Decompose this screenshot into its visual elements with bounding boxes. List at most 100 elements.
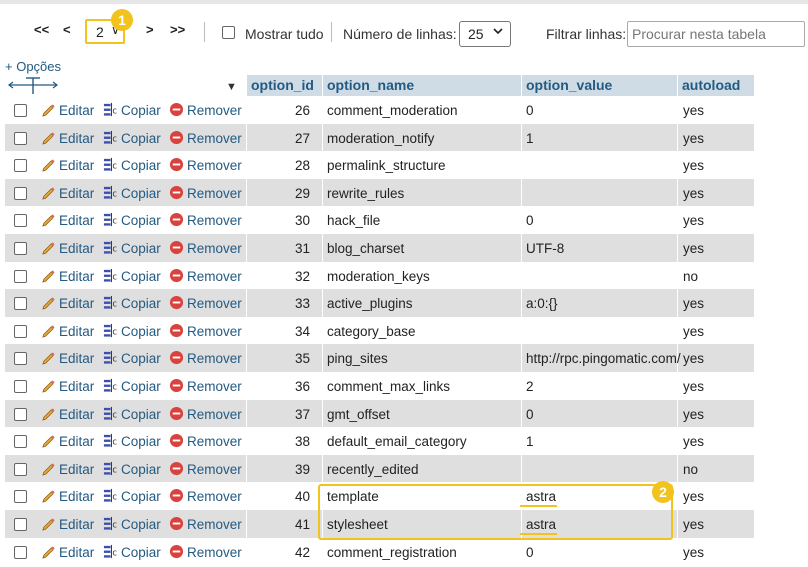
column-resize-arrows-icon[interactable] [8, 75, 58, 95]
row-checkbox[interactable] [14, 159, 27, 173]
remove-link[interactable]: Remover [169, 461, 242, 477]
remove-link[interactable]: Remover [169, 185, 242, 201]
remove-link[interactable]: Remover [169, 350, 242, 366]
copy-link[interactable]: c Copiar [103, 102, 161, 118]
row-checkbox[interactable] [14, 324, 27, 338]
remove-link[interactable]: Remover [169, 102, 242, 118]
remove-link[interactable]: Remover [169, 516, 242, 532]
remove-link[interactable]: Remover [169, 268, 242, 284]
row-checkbox[interactable] [14, 462, 27, 476]
edit-link[interactable]: Editar [41, 488, 94, 504]
edit-link[interactable]: Editar [41, 433, 94, 449]
edit-label: Editar [59, 434, 95, 450]
column-header-option-value[interactable]: option_value [522, 75, 677, 96]
remove-link[interactable]: Remover [169, 433, 242, 449]
copy-link[interactable]: c Copiar [103, 544, 161, 560]
copy-link[interactable]: c Copiar [103, 212, 161, 228]
svg-text:c: c [112, 436, 117, 446]
option-value-cell: 1 [526, 434, 534, 450]
remove-link[interactable]: Remover [169, 240, 242, 256]
edit-link[interactable]: Editar [41, 185, 94, 201]
row-checkbox[interactable] [14, 297, 27, 311]
remove-link[interactable]: Remover [169, 544, 242, 560]
options-link[interactable]: + Opções [5, 59, 61, 74]
remove-icon [169, 158, 184, 172]
edit-link[interactable]: Editar [41, 406, 94, 422]
copy-link[interactable]: c Copiar [103, 488, 161, 504]
remove-link[interactable]: Remover [169, 295, 242, 311]
edit-link[interactable]: Editar [41, 461, 94, 477]
edit-link[interactable]: Editar [41, 350, 94, 366]
copy-label: Copiar [121, 517, 161, 532]
remove-link[interactable]: Remover [169, 157, 242, 173]
row-checkbox[interactable] [14, 214, 27, 228]
copy-link[interactable]: c Copiar [103, 240, 161, 256]
copy-row-icon: c [103, 185, 117, 199]
pencil-icon [42, 435, 55, 448]
show-all-checkbox[interactable] [222, 26, 235, 39]
edit-link[interactable]: Editar [41, 102, 94, 118]
edit-link[interactable]: Editar [41, 212, 94, 228]
remove-link[interactable]: Remover [169, 406, 242, 422]
pencil-icon [42, 490, 55, 504]
copy-link[interactable]: c Copiar [103, 185, 161, 201]
edit-link[interactable]: Editar [41, 130, 94, 146]
row-checkbox[interactable] [14, 269, 27, 283]
column-divider [322, 537, 323, 566]
edit-link[interactable]: Editar [41, 544, 94, 560]
row-checkbox[interactable] [14, 380, 27, 393]
next-page-button[interactable]: > [146, 22, 154, 37]
row-checkbox[interactable] [14, 104, 27, 117]
edit-link[interactable]: Editar [41, 516, 94, 532]
sort-dropdown-icon[interactable]: ▼ [226, 81, 237, 93]
filter-rows-input[interactable] [627, 21, 805, 47]
remove-link[interactable]: Remover [169, 212, 242, 228]
edit-label: Editar [59, 213, 95, 229]
remove-icon [169, 461, 184, 475]
remove-icon [169, 102, 184, 117]
row-checkbox[interactable] [14, 242, 27, 255]
edit-link[interactable]: Editar [41, 240, 94, 256]
column-header-option-name[interactable]: option_name [323, 75, 521, 96]
remove-link[interactable]: Remover [169, 378, 242, 394]
copy-link[interactable]: c Copiar [103, 461, 161, 477]
copy-link[interactable]: c Copiar [103, 295, 161, 311]
edit-link[interactable]: Editar [41, 378, 94, 394]
copy-link[interactable]: c Copiar [103, 378, 161, 394]
edit-link[interactable]: Editar [41, 295, 94, 311]
table-row: Editar c Copiar Remover 38 default_email_cate… [5, 427, 754, 455]
copy-link[interactable]: c Copiar [103, 406, 161, 422]
row-checkbox[interactable] [14, 352, 27, 366]
copy-link[interactable]: c Copiar [103, 268, 161, 284]
option-value-cell: 0 [526, 103, 534, 118]
column-header-autoload[interactable]: autoload [678, 75, 754, 96]
first-page-button[interactable]: << [34, 22, 49, 37]
remove-link[interactable]: Remover [169, 323, 242, 339]
row-checkbox[interactable] [14, 407, 27, 421]
remove-link[interactable]: Remover [169, 130, 242, 146]
row-checkbox[interactable] [14, 545, 27, 559]
row-checkbox[interactable] [14, 186, 27, 200]
last-page-button[interactable]: >> [170, 22, 185, 37]
copy-link[interactable]: c Copiar [103, 157, 161, 173]
rows-count-select[interactable]: 25 [459, 21, 511, 47]
edit-link[interactable]: Editar [41, 157, 94, 173]
prev-page-button[interactable]: < [63, 22, 71, 37]
copy-link[interactable]: c Copiar [103, 350, 161, 366]
row-checkbox[interactable] [14, 131, 27, 145]
row-checkbox[interactable] [14, 435, 27, 449]
column-header-option-id[interactable]: option_id [247, 75, 322, 96]
edit-link[interactable]: Editar [41, 323, 94, 339]
copy-row-icon: c [103, 351, 117, 365]
edit-link[interactable]: Editar [41, 268, 94, 284]
edit-label: Editar [59, 185, 95, 201]
remove-link[interactable]: Remover [169, 488, 242, 504]
row-checkbox[interactable] [14, 490, 27, 504]
copy-row-icon: c [103, 102, 117, 117]
copy-link[interactable]: c Copiar [103, 433, 161, 449]
column-divider [677, 123, 678, 152]
copy-link[interactable]: c Copiar [103, 130, 161, 146]
copy-link[interactable]: c Copiar [103, 323, 161, 339]
copy-link[interactable]: c Copiar [103, 516, 161, 532]
row-checkbox[interactable] [14, 518, 27, 531]
